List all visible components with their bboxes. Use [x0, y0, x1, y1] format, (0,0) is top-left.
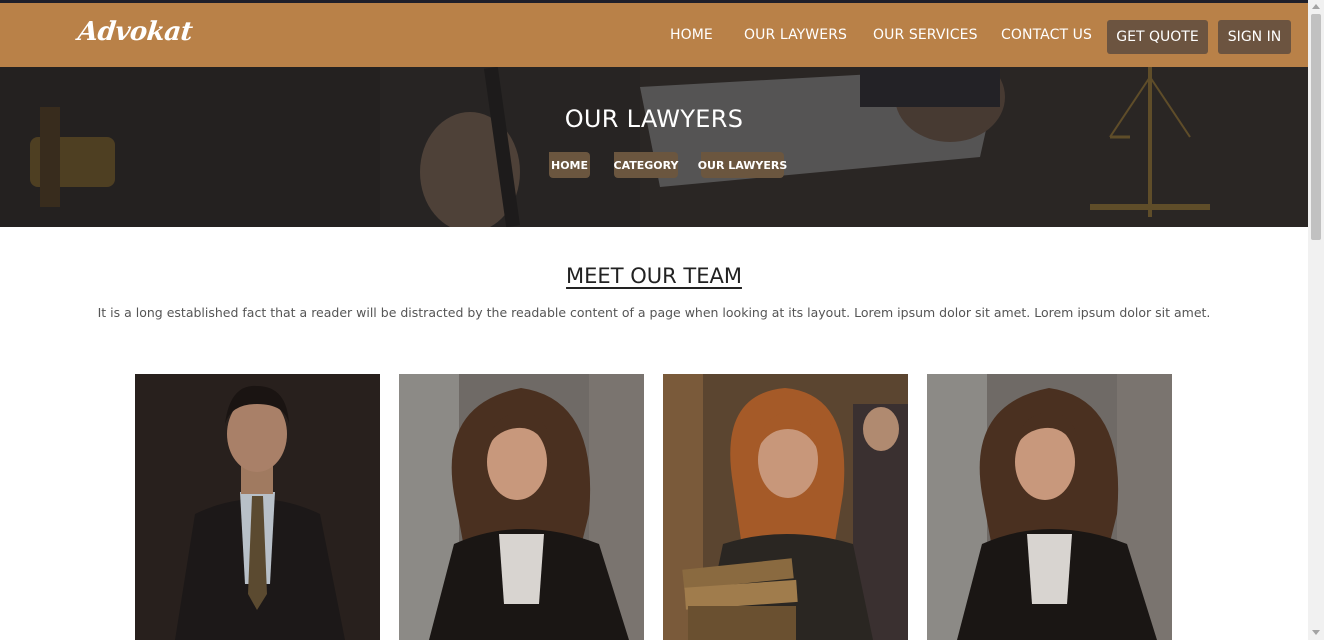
- nav-link-home[interactable]: HOME: [670, 27, 713, 43]
- team-member-card[interactable]: [663, 374, 908, 640]
- breadcrumb-category[interactable]: CATEGORY: [614, 152, 678, 178]
- sign-in-button[interactable]: SIGN IN: [1218, 20, 1291, 54]
- scrollbar-thumb[interactable]: [1311, 14, 1321, 240]
- nav-link-contact-us[interactable]: CONTACT US: [1001, 27, 1092, 43]
- brand-logo[interactable]: Advokat: [76, 17, 193, 47]
- nav-link-our-lawyers[interactable]: OUR LAYWERS: [744, 27, 847, 43]
- male-lawyer-photo: [135, 374, 380, 640]
- nav-link-our-services[interactable]: OUR SERVICES: [873, 27, 978, 43]
- section-title: MEET OUR TEAM: [566, 264, 742, 288]
- hero-banner: OUR LAWYERS HOME CATEGORY OUR LAWYERS: [0, 67, 1308, 227]
- female-lawyer-photo: [399, 374, 644, 640]
- team-member-card[interactable]: [927, 374, 1172, 640]
- female-lawyer-photo: [927, 374, 1172, 640]
- breadcrumb-our-lawyers[interactable]: OUR LAWYERS: [698, 152, 787, 178]
- get-quote-button[interactable]: GET QUOTE: [1107, 20, 1208, 54]
- scroll-down-arrow-icon[interactable]: [1312, 630, 1320, 635]
- breadcrumb-home[interactable]: HOME: [549, 152, 590, 178]
- navbar: Advokat HOME OUR LAYWERS OUR SERVICES CO…: [0, 3, 1308, 67]
- scroll-up-arrow-icon[interactable]: [1312, 4, 1320, 9]
- hero-overlay: [0, 67, 1308, 227]
- team-member-card[interactable]: [135, 374, 380, 640]
- female-lawyer-with-books-photo: [663, 374, 908, 640]
- section-description: It is a long established fact that a rea…: [97, 305, 1211, 320]
- team-member-card[interactable]: [399, 374, 644, 640]
- page-title: OUR LAWYERS: [564, 105, 744, 133]
